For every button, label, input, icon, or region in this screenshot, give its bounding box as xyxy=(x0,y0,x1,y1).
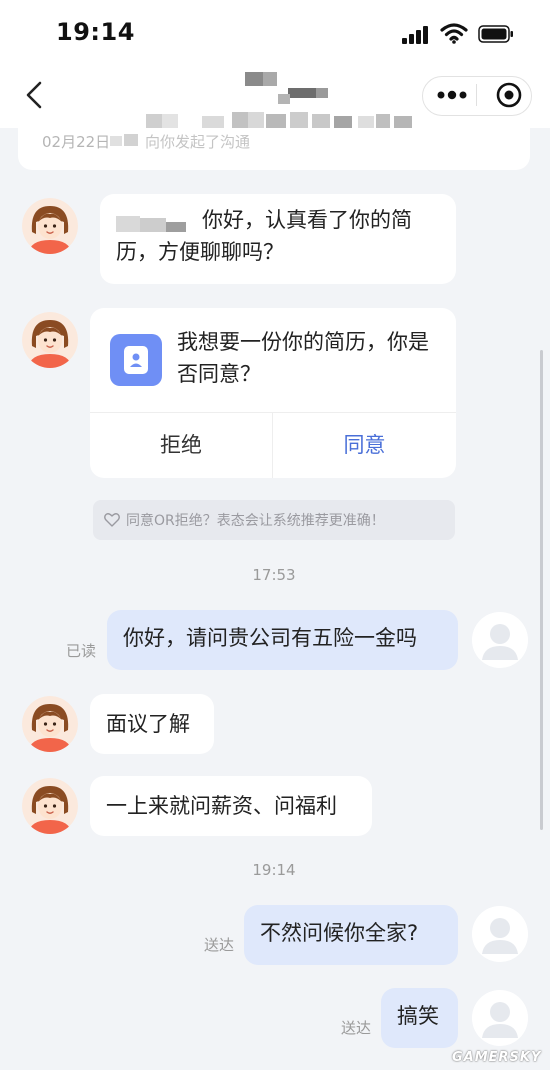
message-text: 你好，请问贵公司有五险一金吗 xyxy=(123,626,417,650)
resume-document-icon xyxy=(110,334,162,386)
target-circle-icon[interactable] xyxy=(494,80,524,110)
reject-button[interactable]: 拒绝 xyxy=(90,412,272,478)
pixelated-chat-title xyxy=(146,72,412,130)
scrollbar[interactable] xyxy=(540,350,543,830)
resume-request-text: 我想要一份你的简历，你是否同意？ xyxy=(177,330,429,386)
message-text: 一上来就问薪资、问福利 xyxy=(106,794,337,818)
message-bubble-outgoing: 不然问候你全家? xyxy=(244,905,458,965)
message-bubble-incoming: 一上来就问薪资、问福利 xyxy=(90,776,372,836)
pixelated-candidate-name xyxy=(116,216,186,232)
timestamp: 19:14 xyxy=(252,861,296,879)
agree-button[interactable]: 同意 xyxy=(273,412,456,478)
top-card-date: 02月22日 xyxy=(42,133,111,151)
recruiter-avatar[interactable] xyxy=(22,778,78,834)
read-status: 已读 xyxy=(66,642,97,660)
message-text: 不然问候你全家? xyxy=(260,921,419,945)
heart-icon xyxy=(104,513,120,527)
cellular-signal-icon xyxy=(402,26,428,44)
user-avatar[interactable] xyxy=(472,990,528,1046)
delivery-status: 送达 xyxy=(204,936,235,954)
recruiter-avatar[interactable] xyxy=(22,198,78,254)
pixelated-name xyxy=(110,134,138,146)
battery-icon xyxy=(478,25,513,43)
wifi-icon xyxy=(440,23,468,44)
user-avatar[interactable] xyxy=(472,612,528,668)
user-avatar[interactable] xyxy=(472,906,528,962)
recruiter-avatar[interactable] xyxy=(22,312,78,368)
recruiter-avatar[interactable] xyxy=(22,696,78,752)
message-bubble-incoming: 面议了解 xyxy=(90,694,214,754)
timestamp: 17:53 xyxy=(252,566,296,584)
delivery-status: 送达 xyxy=(341,1019,372,1037)
status-time: 19:14 xyxy=(56,18,135,46)
watermark: GAMERSKY xyxy=(452,1050,542,1065)
message-bubble-incoming: 你好，认真看了你的简历，方便聊聊吗？ xyxy=(100,194,456,284)
more-dots-icon[interactable] xyxy=(432,82,472,108)
top-card-text: 向你发起了沟通 xyxy=(145,133,251,151)
message-text: 搞笑 xyxy=(397,1004,439,1028)
message-bubble-outgoing: 搞笑 xyxy=(381,988,458,1048)
capsule-divider xyxy=(476,84,477,106)
message-bubble-outgoing: 你好，请问贵公司有五险一金吗 xyxy=(107,610,458,670)
message-text: 面议了解 xyxy=(106,712,190,736)
hint-text: 同意OR拒绝？表态会让系统推荐更准确！ xyxy=(126,513,385,529)
chevron-left-icon[interactable] xyxy=(18,78,52,112)
